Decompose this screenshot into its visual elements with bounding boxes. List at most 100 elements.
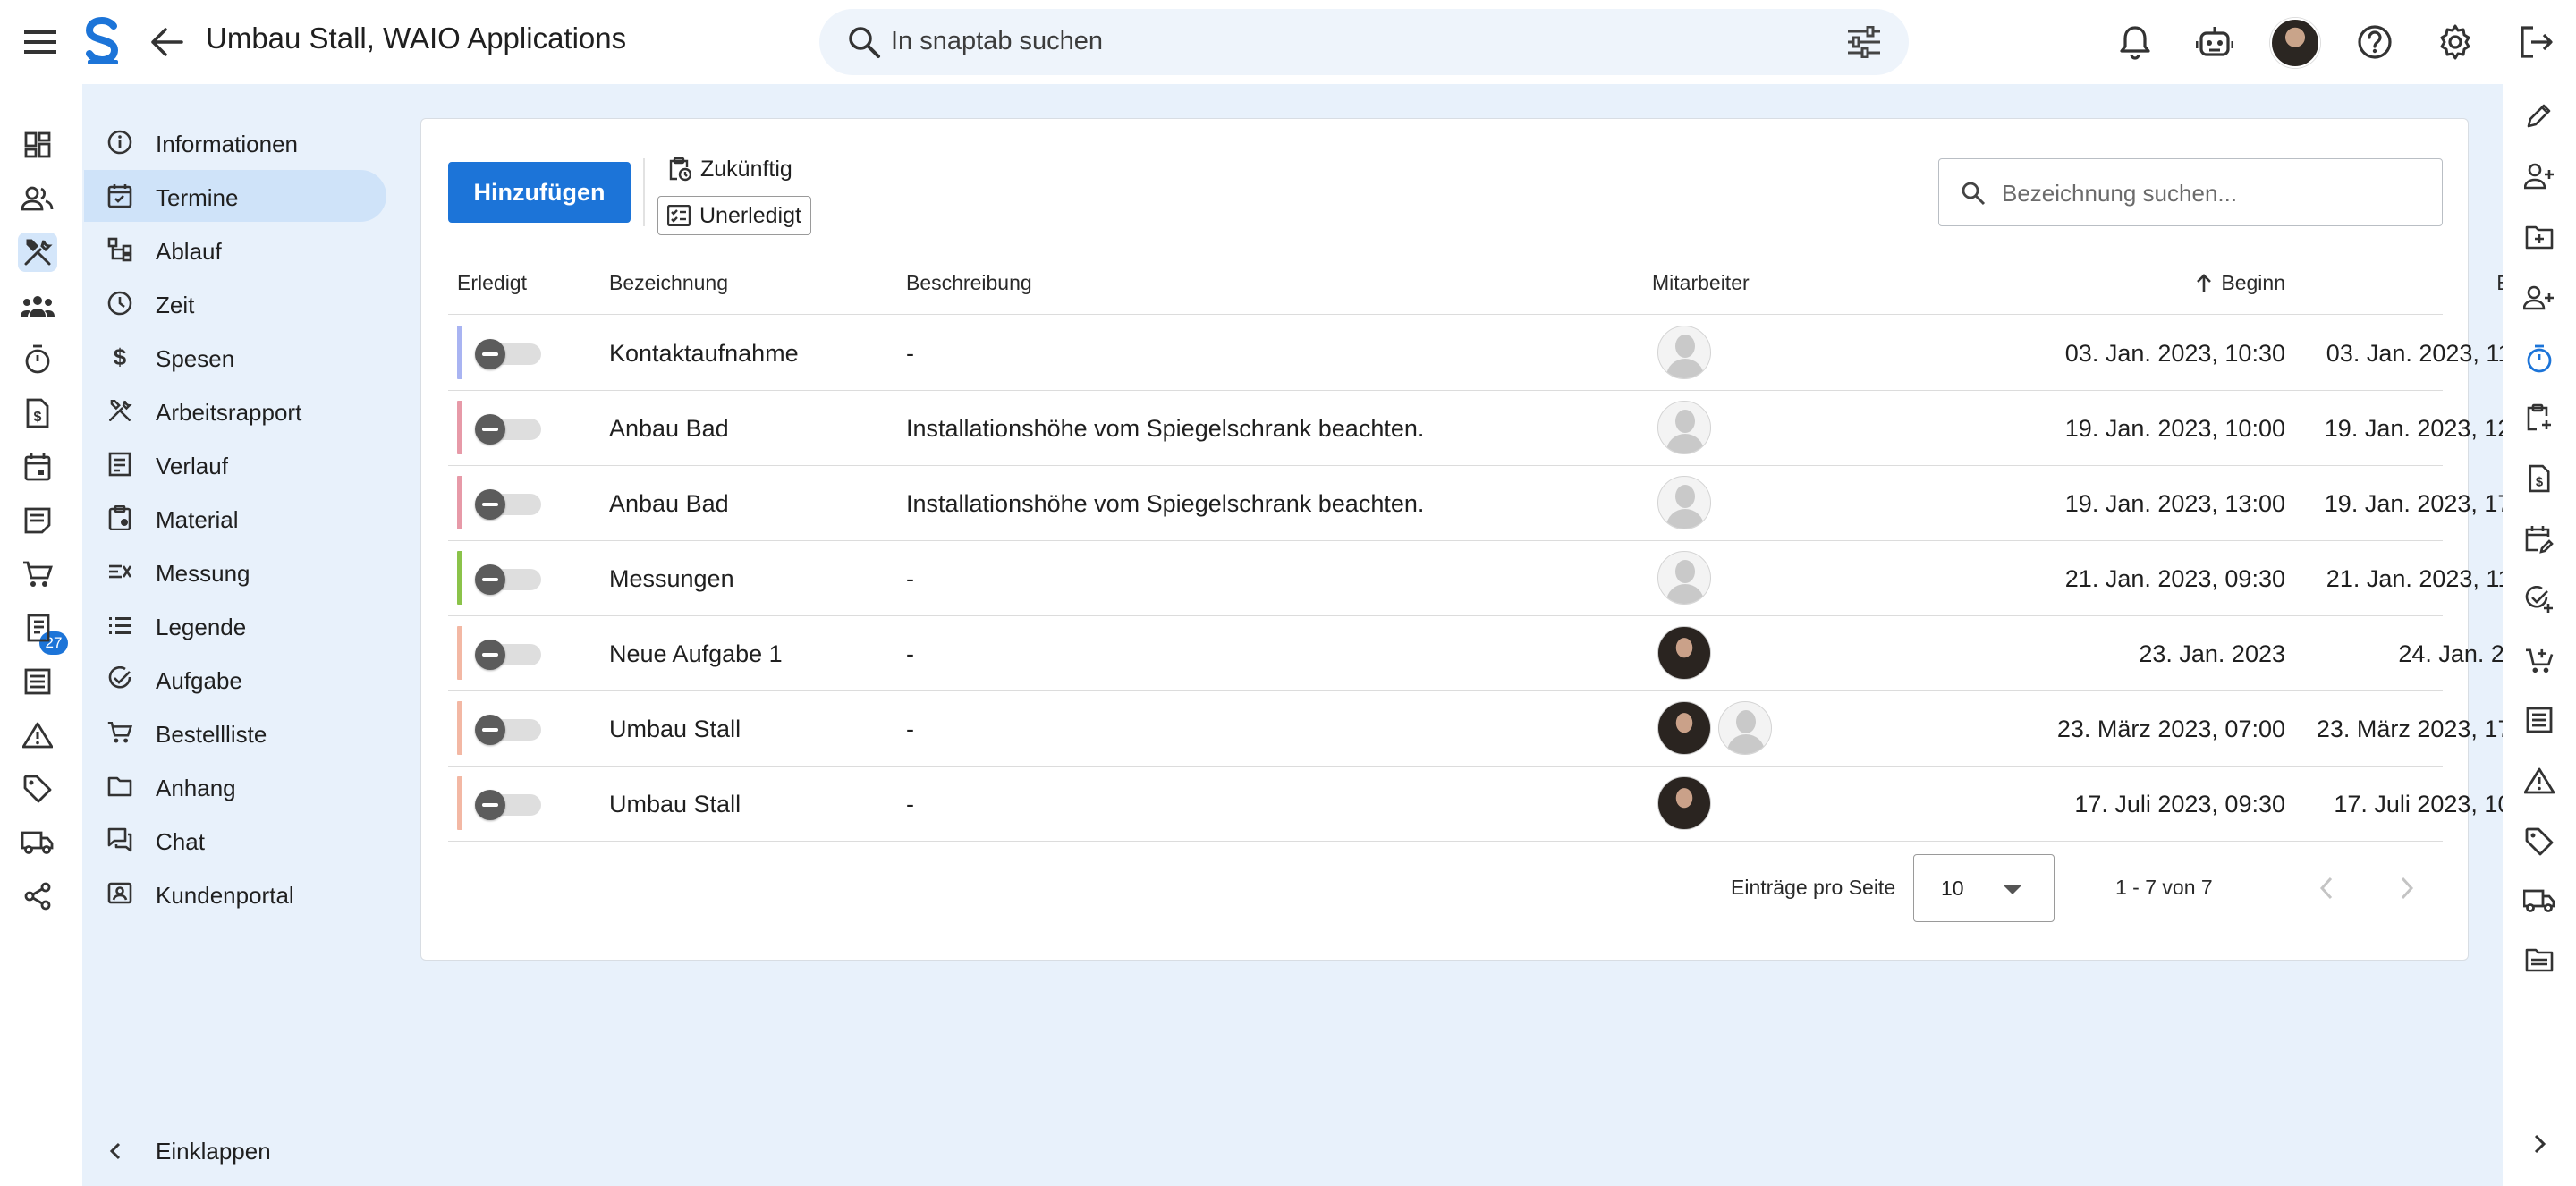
add-button[interactable]: Hinzufügen xyxy=(448,162,631,223)
chevron-right-icon[interactable] xyxy=(2521,1125,2558,1163)
header-description[interactable]: Beschreibung xyxy=(906,271,1032,295)
subnav-item-informationen[interactable]: Informationen xyxy=(84,116,386,168)
subnav-item-termine[interactable]: Termine xyxy=(84,170,386,222)
table-search[interactable] xyxy=(1938,158,2443,226)
subnav-item-zeit[interactable]: Zeit xyxy=(84,277,386,329)
staff-avatar-placeholder[interactable] xyxy=(1657,476,1711,529)
collapse-button[interactable]: Einklappen xyxy=(107,1138,271,1165)
table-row[interactable]: Anbau Bad Installationshöhe vom Spiegelsc… xyxy=(448,465,2545,540)
help-icon[interactable] xyxy=(2354,21,2395,63)
truck-icon[interactable] xyxy=(18,823,57,862)
task-add-icon[interactable] xyxy=(2521,581,2558,619)
staff-avatar-placeholder[interactable] xyxy=(1718,701,1772,755)
table-row[interactable]: Umbau Stall - 23. März 2023, 07:00 23. März… xyxy=(448,690,2545,766)
menu-icon[interactable] xyxy=(20,22,61,62)
snaptab-logo[interactable] xyxy=(82,16,123,66)
filter-future-chip[interactable]: Zukünftig xyxy=(668,149,792,189)
staff-avatar[interactable] xyxy=(1657,701,1711,755)
cart-add-icon[interactable] xyxy=(2521,642,2558,680)
logout-icon[interactable] xyxy=(2515,21,2556,63)
timer-icon[interactable] xyxy=(18,340,57,379)
book-icon[interactable] xyxy=(18,608,57,648)
subnav-item-anhang[interactable]: Anhang xyxy=(84,760,386,812)
subnav-item-bestellliste[interactable]: Bestellliste xyxy=(84,707,386,758)
table-row[interactable]: Neue Aufgabe 1 - 23. Jan. 2023 24. Jan. 202… xyxy=(448,615,2545,690)
add-person-icon[interactable] xyxy=(2521,157,2558,195)
subnav-item-aufgabe[interactable]: Aufgabe xyxy=(84,653,386,705)
staff-avatar-placeholder[interactable] xyxy=(1657,326,1711,379)
tune-icon[interactable] xyxy=(1846,26,1882,58)
row-name: Kontaktaufnahme xyxy=(609,340,799,367)
subnav-item-arbeitsrapport[interactable]: Arbeitsrapport xyxy=(84,385,386,436)
gear-icon[interactable] xyxy=(2435,21,2476,63)
dashboard-icon[interactable] xyxy=(18,125,57,165)
search-icon xyxy=(846,24,882,60)
subnav-item-ablauf[interactable]: Ablauf xyxy=(84,224,386,275)
header-name[interactable]: Bezeichnung xyxy=(609,271,728,295)
table-search-input[interactable] xyxy=(2002,175,2422,211)
toggle-knob-minus-icon[interactable] xyxy=(475,414,505,445)
subnav-item-material[interactable]: Material xyxy=(84,492,386,544)
filter-open-chip[interactable]: Unerledigt xyxy=(657,196,811,235)
calendar-edit-icon[interactable] xyxy=(2521,521,2558,558)
subnav-item-spesen[interactable]: $ Spesen xyxy=(84,331,386,383)
warning-icon[interactable] xyxy=(2521,762,2558,800)
folder-open-icon[interactable] xyxy=(2521,941,2558,978)
subnav-item-legende[interactable]: Legende xyxy=(84,599,386,651)
clipboard-add-icon[interactable] xyxy=(2521,399,2558,436)
edit-icon[interactable] xyxy=(2521,97,2558,134)
per-page-select[interactable]: 10 xyxy=(1913,854,2055,922)
truck-icon[interactable] xyxy=(2521,882,2558,919)
calendar-icon[interactable] xyxy=(18,447,57,487)
search-input[interactable]: In snaptab suchen xyxy=(891,27,1103,56)
table-row[interactable]: Anbau Bad Installationshöhe vom Spiegelsc… xyxy=(448,390,2545,465)
contacts-icon[interactable] xyxy=(18,179,57,218)
next-page-button[interactable] xyxy=(2387,868,2427,908)
tools-icon[interactable] xyxy=(18,233,57,272)
header-done[interactable]: Erledigt xyxy=(457,271,527,295)
share-icon[interactable] xyxy=(18,877,57,916)
subnav-item-kundenportal[interactable]: Kundenportal xyxy=(84,868,386,919)
staff-avatar-placeholder[interactable] xyxy=(1657,551,1711,605)
table-row[interactable]: Umbau Stall - 17. Juli 2023, 09:30 17. Juli… xyxy=(448,766,2545,841)
toggle-knob-minus-icon[interactable] xyxy=(475,790,505,820)
header-start[interactable]: Beginn xyxy=(1994,271,2285,295)
list-icon[interactable] xyxy=(2521,701,2558,739)
subnav-item-chat[interactable]: Chat xyxy=(84,814,386,866)
table-row[interactable]: Messungen - 21. Jan. 2023, 09:30 21. Jan. 2… xyxy=(448,540,2545,615)
svg-text:$: $ xyxy=(2536,475,2544,489)
invoice-icon[interactable]: $ xyxy=(18,394,57,433)
table-row[interactable]: Kontaktaufnahme - 03. Jan. 2023, 10:30 03. … xyxy=(448,315,2545,390)
staff-avatar[interactable] xyxy=(1657,776,1711,830)
toggle-knob-minus-icon[interactable] xyxy=(475,715,505,745)
user-avatar[interactable] xyxy=(2270,18,2320,68)
cart-icon[interactable] xyxy=(18,555,57,594)
group-add-icon[interactable] xyxy=(2521,279,2558,317)
bot-icon[interactable] xyxy=(2193,21,2236,63)
tag-icon[interactable] xyxy=(2521,823,2558,860)
warning-icon[interactable] xyxy=(18,716,57,755)
list-icon[interactable] xyxy=(18,662,57,701)
bell-icon[interactable] xyxy=(2114,21,2156,63)
team-icon[interactable] xyxy=(18,286,57,326)
toggle-knob-minus-icon[interactable] xyxy=(475,489,505,520)
chevron-left-icon xyxy=(107,1141,123,1161)
add-folder-icon[interactable] xyxy=(2521,218,2558,256)
toggle-knob-minus-icon[interactable] xyxy=(475,564,505,595)
back-arrow-icon[interactable] xyxy=(147,21,188,63)
toggle-knob-minus-icon[interactable] xyxy=(475,640,505,670)
invoice-icon[interactable]: $ xyxy=(2521,460,2558,497)
subnav-item-messung[interactable]: Messung xyxy=(84,546,386,597)
timer-icon[interactable] xyxy=(2521,340,2558,377)
subnav-label: Ablauf xyxy=(156,238,222,265)
staff-avatar[interactable] xyxy=(1657,626,1711,680)
prev-page-button[interactable] xyxy=(2307,868,2346,908)
toggle-knob-minus-icon[interactable] xyxy=(475,339,505,369)
subnav-item-verlauf[interactable]: Verlauf xyxy=(84,438,386,490)
tag-icon[interactable] xyxy=(18,769,57,809)
staff-avatar-placeholder[interactable] xyxy=(1657,401,1711,454)
header-staff[interactable]: Mitarbeiter xyxy=(1652,271,1750,295)
global-search[interactable]: In snaptab suchen xyxy=(819,9,1909,75)
row-end: 17. Juli 2023, 10:00 xyxy=(2334,791,2545,817)
notes-icon[interactable] xyxy=(18,501,57,540)
